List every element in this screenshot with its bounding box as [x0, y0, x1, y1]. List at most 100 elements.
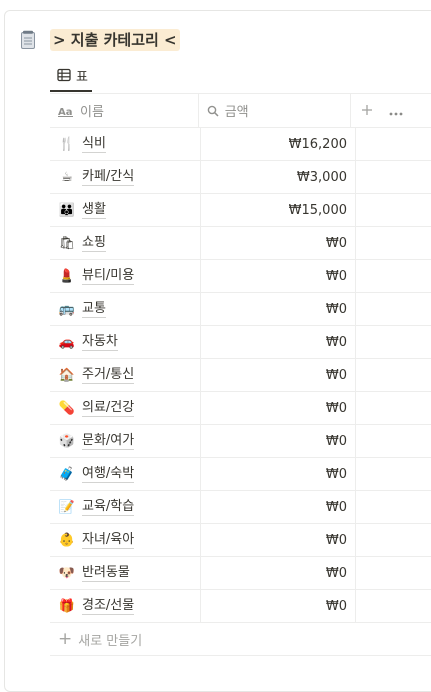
name-cell[interactable]: 🎁 경조/선물 [50, 590, 201, 622]
empty-cell [356, 227, 431, 259]
table-row[interactable]: 👪 생활 ₩15,000 [50, 194, 431, 227]
empty-cell [356, 557, 431, 589]
notepad-icon[interactable] [20, 30, 36, 50]
row-emoji-icon: ☕ [61, 169, 73, 185]
empty-cell [356, 524, 431, 556]
table-row[interactable]: 🛍 쇼핑 ₩0 [50, 227, 431, 260]
name-cell[interactable]: 🛍 쇼핑 [50, 227, 201, 259]
table-row[interactable]: 🐶 반려동물 ₩0 [50, 557, 431, 590]
empty-cell [356, 326, 431, 358]
table-row[interactable]: 🧳 여행/숙박 ₩0 [50, 458, 431, 491]
empty-cell [356, 590, 431, 622]
table-row[interactable]: 🎁 경조/선물 ₩0 [50, 590, 431, 623]
table-row[interactable]: 💄 뷰티/미용 ₩0 [50, 260, 431, 293]
empty-cell [356, 491, 431, 523]
database-title[interactable]: > 지출 카테고리 < [50, 29, 180, 51]
row-name[interactable]: 쇼핑 [82, 235, 106, 252]
more-horizontal-icon[interactable] [389, 101, 403, 120]
table-row[interactable]: 📝 교육/학습 ₩0 [50, 491, 431, 524]
row-emoji-icon: 🚗 [58, 334, 76, 350]
empty-cell [356, 293, 431, 325]
amount-cell[interactable]: ₩0 [201, 491, 356, 523]
table-header-row: Aa 이름 금액 [50, 93, 431, 128]
amount-cell[interactable]: ₩0 [201, 590, 356, 622]
row-name[interactable]: 생활 [82, 202, 106, 219]
row-name[interactable]: 교육/학습 [82, 499, 135, 516]
new-row-label: 새로 만들기 [78, 633, 143, 649]
table-row[interactable]: 🍴 식비 ₩16,200 [50, 128, 431, 161]
amount-cell[interactable]: ₩0 [201, 392, 356, 424]
table-row[interactable]: 🚗 자동차 ₩0 [50, 326, 431, 359]
name-cell[interactable]: 👪 생활 [50, 194, 201, 226]
amount-cell[interactable]: ₩0 [201, 260, 356, 292]
name-cell[interactable]: 🚌 교통 [50, 293, 201, 325]
amount-cell[interactable]: ₩0 [201, 557, 356, 589]
name-cell[interactable]: 👶 자녀/육아 [50, 524, 201, 556]
row-name[interactable]: 카페/간식 [82, 169, 135, 186]
search-icon [207, 105, 219, 117]
table-row[interactable]: 🚌 교통 ₩0 [50, 293, 431, 326]
row-name[interactable]: 경조/선물 [82, 598, 135, 615]
row-emoji-icon: 👪 [58, 202, 76, 218]
name-cell[interactable]: 🎲 문화/여가 [50, 425, 201, 457]
table-row[interactable]: 💊 의료/건강 ₩0 [50, 392, 431, 425]
name-cell[interactable]: 🏠 주거/통신 [50, 359, 201, 391]
row-name[interactable]: 여행/숙박 [82, 466, 135, 483]
row-emoji-icon: 🏠 [58, 367, 76, 383]
row-emoji-icon: 🎲 [58, 433, 76, 449]
amount-cell[interactable]: ₩15,000 [201, 194, 356, 226]
table-row[interactable]: ☕ 카페/간식 ₩3,000 [50, 161, 431, 194]
row-name[interactable]: 자녀/육아 [82, 532, 135, 549]
empty-cell [356, 359, 431, 391]
amount-cell[interactable]: ₩0 [201, 359, 356, 391]
table-row[interactable]: 🎲 문화/여가 ₩0 [50, 425, 431, 458]
empty-cell [356, 392, 431, 424]
amount-cell[interactable]: ₩0 [201, 227, 356, 259]
row-name[interactable]: 문화/여가 [82, 433, 135, 450]
table-row[interactable]: 🏠 주거/통신 ₩0 [50, 359, 431, 392]
row-emoji-icon: 🎁 [58, 598, 76, 614]
name-cell[interactable]: 📝 교육/학습 [50, 491, 201, 523]
name-cell[interactable]: 🧳 여행/숙박 [50, 458, 201, 490]
row-name[interactable]: 반려동물 [82, 565, 130, 582]
name-cell[interactable]: 🍴 식비 [50, 128, 201, 160]
row-emoji-icon: 🛍 [58, 235, 76, 251]
amount-cell[interactable]: ₩0 [201, 524, 356, 556]
amount-cell[interactable]: ₩0 [201, 458, 356, 490]
plus-icon[interactable] [361, 101, 373, 120]
amount-cell[interactable]: ₩0 [201, 326, 356, 358]
empty-cell [356, 425, 431, 457]
row-name[interactable]: 자동차 [82, 334, 118, 351]
row-name[interactable]: 주거/통신 [82, 367, 135, 384]
amount-cell[interactable]: ₩3,000 [201, 161, 356, 193]
tab-label: 표 [76, 69, 88, 85]
row-name[interactable]: 식비 [82, 136, 106, 153]
row-emoji-icon: 💄 [58, 268, 76, 284]
tab-table-view[interactable]: 표 [50, 60, 92, 92]
name-cell[interactable]: ☕ 카페/간식 [50, 161, 201, 193]
column-header-amount[interactable]: 금액 [199, 94, 352, 127]
row-emoji-icon: 👶 [58, 532, 76, 548]
row-name[interactable]: 의료/건강 [82, 400, 135, 417]
database-table: Aa 이름 금액 🍴 식비 ₩16,200 ☕ 카페/간식 ₩3,000 👪 생… [50, 93, 431, 656]
name-cell[interactable]: 💄 뷰티/미용 [50, 260, 201, 292]
column-actions [351, 94, 431, 127]
table-row[interactable]: 👶 자녀/육아 ₩0 [50, 524, 431, 557]
amount-cell[interactable]: ₩16,200 [201, 128, 356, 160]
text-property-icon: Aa [58, 105, 74, 117]
svg-text:Aa: Aa [58, 107, 73, 117]
column-header-name[interactable]: Aa 이름 [50, 94, 199, 127]
name-cell[interactable]: 🚗 자동차 [50, 326, 201, 358]
empty-cell [356, 260, 431, 292]
row-name[interactable]: 교통 [82, 301, 106, 318]
amount-cell[interactable]: ₩0 [201, 425, 356, 457]
row-name[interactable]: 뷰티/미용 [82, 268, 135, 285]
name-cell[interactable]: 🐶 반려동물 [50, 557, 201, 589]
row-emoji-icon: 💊 [58, 400, 76, 416]
row-emoji-icon: 🚌 [58, 301, 76, 317]
row-emoji-icon: 🍴 [58, 136, 76, 152]
name-cell[interactable]: 💊 의료/건강 [50, 392, 201, 424]
new-row-button[interactable]: + 새로 만들기 [50, 623, 431, 656]
table-icon [57, 68, 71, 82]
amount-cell[interactable]: ₩0 [201, 293, 356, 325]
